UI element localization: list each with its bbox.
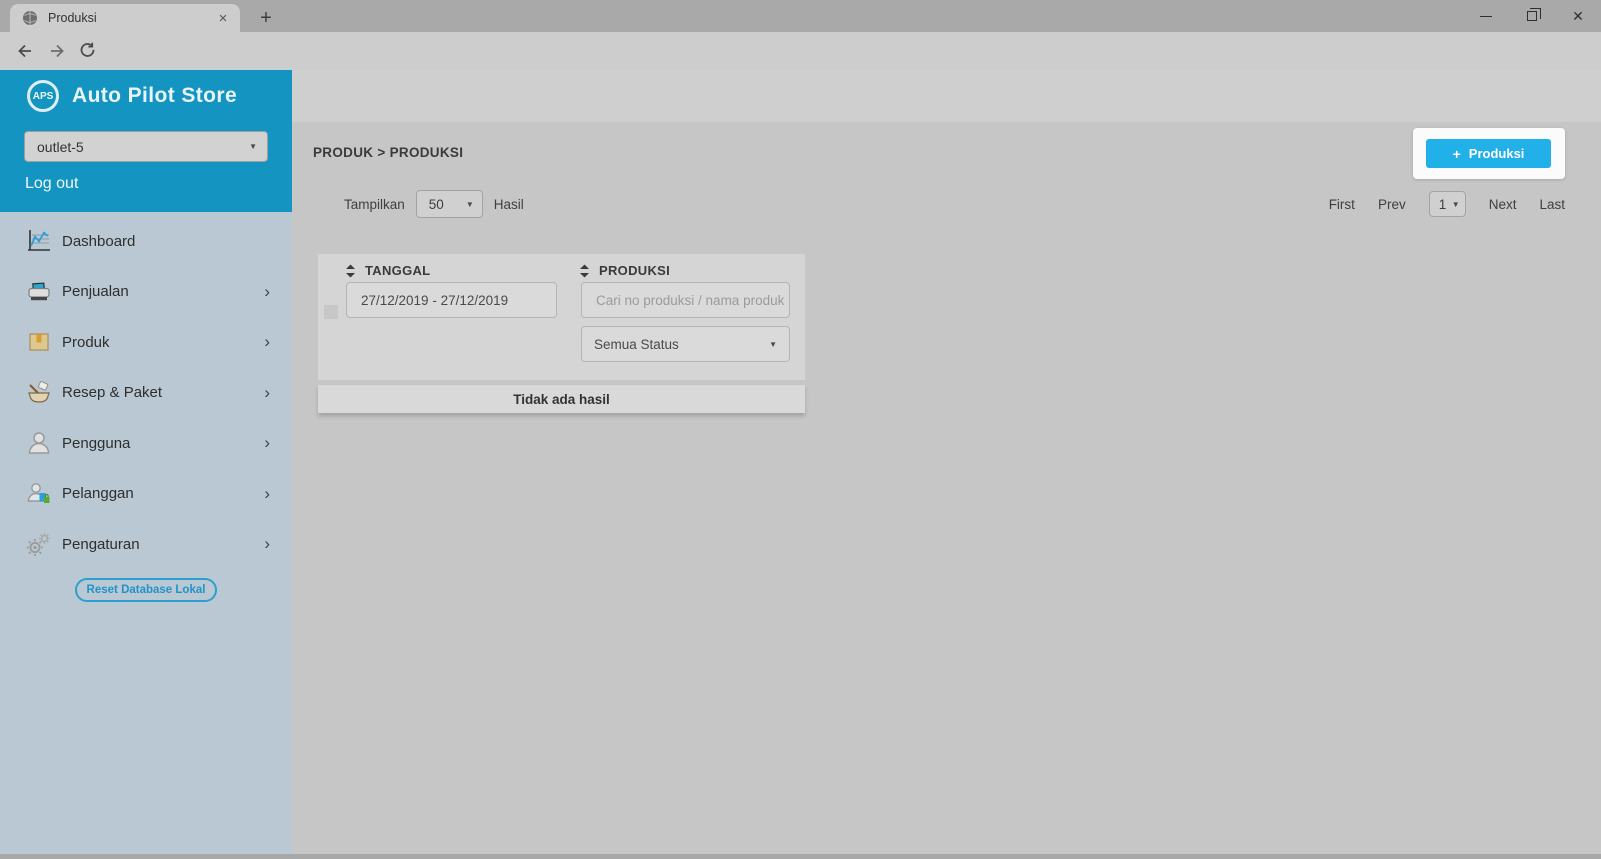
empty-results-message: Tidak ada hasil: [318, 385, 805, 413]
pagination: First Prev 1 ▼ Next Last: [1329, 190, 1565, 218]
status-select-value: Semua Status: [594, 336, 679, 352]
logout-link[interactable]: Log out: [25, 175, 78, 193]
breadcrumb: PRODUK > PRODUKSI: [313, 145, 464, 160]
sidebar-item-label: Pelanggan: [62, 485, 134, 503]
window-controls: ✕: [1463, 0, 1601, 32]
pagination-next[interactable]: Next: [1489, 197, 1517, 212]
minimize-button[interactable]: [1463, 0, 1509, 32]
results-label: Tampilkan: [344, 196, 405, 212]
pagination-prev[interactable]: Prev: [1378, 197, 1406, 212]
plus-icon: +: [1452, 145, 1461, 162]
tab-title: Produksi: [48, 11, 97, 25]
select-all-checkbox[interactable]: [324, 305, 338, 319]
pagination-last[interactable]: Last: [1539, 197, 1565, 212]
gears-icon: [26, 531, 52, 557]
date-range-input[interactable]: [346, 282, 557, 318]
sidebar: APS Auto Pilot Store outlet-5 ▼ Log out: [0, 70, 292, 859]
column-label: TANGGAL: [365, 263, 431, 278]
sidebar-item-label: Pengaturan: [62, 535, 140, 553]
chevron-right-icon: ›: [264, 281, 270, 301]
sidebar-item-pelanggan[interactable]: Pelanggan ›: [0, 469, 292, 520]
chart-icon: [26, 228, 52, 254]
sidebar-item-pengaturan[interactable]: Pengaturan ›: [0, 519, 292, 570]
back-arrow-icon: [18, 44, 31, 58]
new-tab-button[interactable]: +: [252, 4, 280, 32]
window-bottom-edge: [0, 854, 1601, 859]
mortar-icon: [26, 380, 52, 406]
aps-logo-icon: APS: [27, 80, 59, 112]
close-button[interactable]: ✕: [1555, 0, 1601, 32]
sidebar-item-pengguna[interactable]: Pengguna ›: [0, 418, 292, 469]
browser-window: Produksi × + ✕ APS Auto Pilot Store outl…: [0, 0, 1601, 859]
brand-row: APS Auto Pilot Store: [27, 80, 237, 112]
sort-icon: [580, 264, 589, 277]
tab-strip: Produksi × + ✕: [0, 0, 1601, 32]
sidebar-item-resep-paket[interactable]: Resep & Paket ›: [0, 368, 292, 419]
status-select[interactable]: Semua Status ▼: [581, 326, 790, 362]
chevron-right-icon: ›: [264, 534, 270, 554]
cash-register-icon: [26, 279, 52, 305]
caret-down-icon: ▼: [769, 339, 777, 349]
sidebar-item-label: Penjualan: [62, 283, 129, 301]
back-button[interactable]: [13, 39, 37, 63]
outlet-select-value: outlet-5: [37, 138, 84, 155]
package-icon: [26, 329, 52, 355]
produksi-search-input[interactable]: [581, 282, 790, 318]
customer-icon: [26, 481, 52, 507]
globe-favicon-icon: [23, 11, 37, 25]
sidebar-item-label: Produk: [62, 333, 110, 351]
page-number-value: 1: [1438, 196, 1447, 212]
caret-down-icon: ▼: [465, 199, 474, 209]
sidebar-item-penjualan[interactable]: Penjualan ›: [0, 267, 292, 318]
sidebar-item-label: Dashboard: [62, 232, 136, 250]
column-label: PRODUKSI: [599, 263, 671, 278]
reload-button[interactable]: [76, 39, 100, 63]
chevron-right-icon: ›: [264, 483, 270, 503]
browser-toolbar: member.autopilotstore.co.id/produksi.php…: [0, 32, 1601, 97]
sidebar-item-label: Pengguna: [62, 434, 131, 452]
browser-tab[interactable]: Produksi ×: [10, 4, 240, 32]
page-header-band: [292, 70, 1601, 122]
tab-close-icon[interactable]: ×: [212, 7, 234, 29]
caret-down-icon: ▼: [249, 142, 257, 151]
chevron-right-icon: ›: [264, 382, 270, 402]
brand-name: Auto Pilot Store: [72, 84, 238, 107]
results-per-page-row: Tampilkan 50 ▼ Hasil: [344, 190, 524, 218]
caret-down-icon: ▼: [1451, 199, 1460, 209]
results-count-value: 50: [428, 196, 444, 212]
column-header-produksi[interactable]: PRODUKSI: [579, 263, 670, 278]
results-count-select[interactable]: 50 ▼: [415, 190, 483, 218]
chevron-right-icon: ›: [264, 433, 270, 453]
sidebar-item-label: Resep & Paket: [62, 384, 163, 402]
forward-button[interactable]: [45, 39, 69, 63]
sidebar-menu: Dashboard Penjualan › Produk › Resep & P…: [0, 216, 292, 570]
restore-button[interactable]: [1509, 0, 1555, 32]
filter-panel: TANGGAL PRODUKSI Semua Status ▼: [318, 254, 805, 380]
user-icon: [26, 430, 52, 456]
reload-icon: [80, 42, 95, 57]
restore-icon: [1527, 7, 1541, 21]
tour-highlight-box: + Produksi: [1413, 128, 1565, 179]
reset-database-button[interactable]: Reset Database Lokal: [75, 578, 217, 602]
column-header-tanggal[interactable]: TANGGAL: [345, 263, 430, 278]
add-produksi-label: Produksi: [1468, 146, 1525, 161]
outlet-select[interactable]: outlet-5 ▼: [24, 131, 268, 162]
page-number-select[interactable]: 1 ▼: [1428, 191, 1466, 217]
pagination-first[interactable]: First: [1329, 197, 1355, 212]
sidebar-item-dashboard[interactable]: Dashboard: [0, 216, 292, 267]
minimize-icon: [1480, 15, 1492, 17]
add-produksi-button[interactable]: + Produksi: [1426, 139, 1551, 168]
sort-icon: [346, 264, 355, 277]
main-content: PRODUK > PRODUKSI + Produksi Tampilkan 5…: [292, 70, 1601, 859]
results-suffix: Hasil: [493, 196, 524, 212]
chevron-right-icon: ›: [264, 332, 270, 352]
sidebar-item-produk[interactable]: Produk ›: [0, 317, 292, 368]
sidebar-header: APS Auto Pilot Store outlet-5 ▼ Log out: [0, 70, 292, 212]
forward-arrow-icon: [51, 44, 64, 58]
